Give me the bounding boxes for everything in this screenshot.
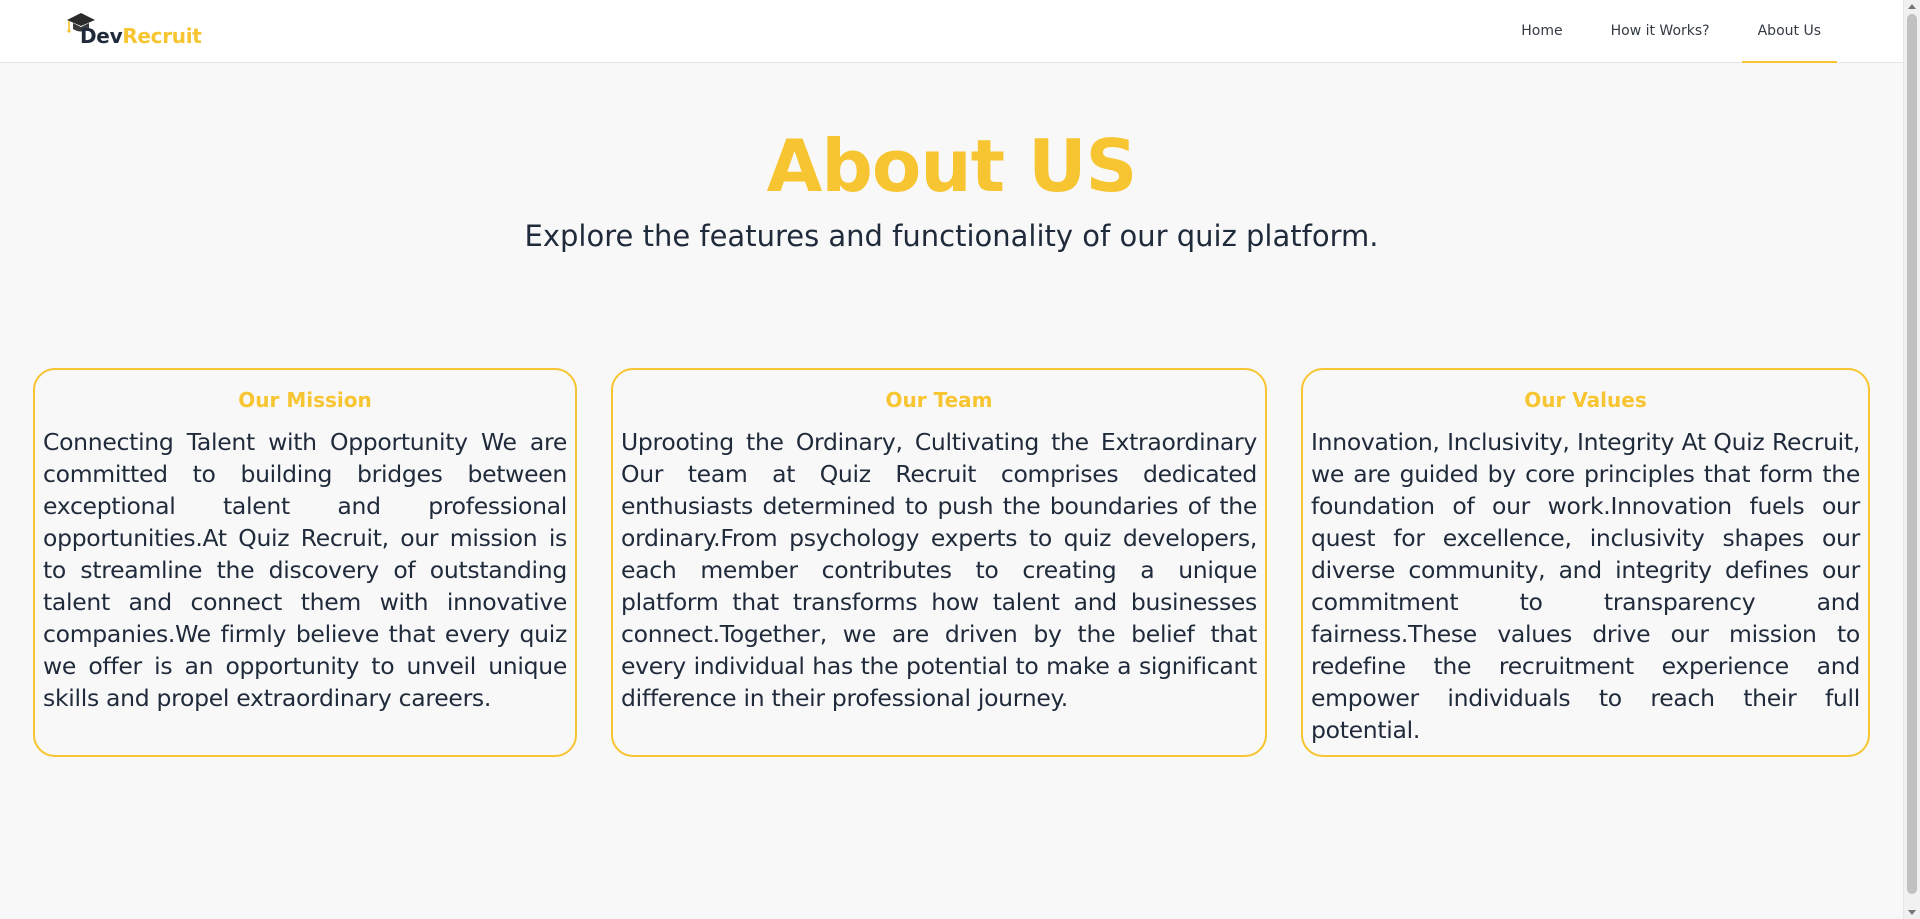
scroll-up-arrow-icon[interactable] <box>1908 4 1916 9</box>
card-our-team: Our Team Uprooting the Ordinary, Cultiva… <box>611 368 1267 757</box>
nav-about-us[interactable]: About Us <box>1741 0 1837 63</box>
card-body: Innovation, Inclusivity, Integrity At Qu… <box>1311 428 1860 744</box>
page-subtitle: Explore the features and functionality o… <box>524 219 1379 253</box>
scroll-down-arrow-icon[interactable] <box>1908 910 1916 915</box>
card-our-mission: Our Mission Connecting Talent with Oppor… <box>33 368 577 757</box>
card-body: Connecting Talent with Opportunity We ar… <box>43 428 567 712</box>
card-title: Our Mission <box>238 388 372 412</box>
nav-how-it-works[interactable]: How it Works? <box>1595 0 1726 63</box>
card-title: Our Values <box>1524 388 1647 412</box>
card-body: Uprooting the Ordinary, Cultivating the … <box>621 428 1257 712</box>
brand-name-recruit: Recruit <box>122 24 202 48</box>
card-title: Our Team <box>885 388 993 412</box>
navbar: DevRecruit Home How it Works? About Us <box>0 0 1903 63</box>
page-title: About US <box>766 124 1138 208</box>
brand-logo[interactable]: DevRecruit <box>66 10 202 50</box>
scrollbar-thumb[interactable] <box>1907 14 1917 894</box>
nav-home[interactable]: Home <box>1505 0 1578 63</box>
vertical-scrollbar[interactable] <box>1903 0 1920 919</box>
brand-name-dev: Dev <box>80 24 123 48</box>
nav-links: Home How it Works? About Us <box>1489 0 1837 63</box>
brand-name: DevRecruit <box>80 24 202 48</box>
card-our-values: Our Values Innovation, Inclusivity, Inte… <box>1301 368 1870 757</box>
